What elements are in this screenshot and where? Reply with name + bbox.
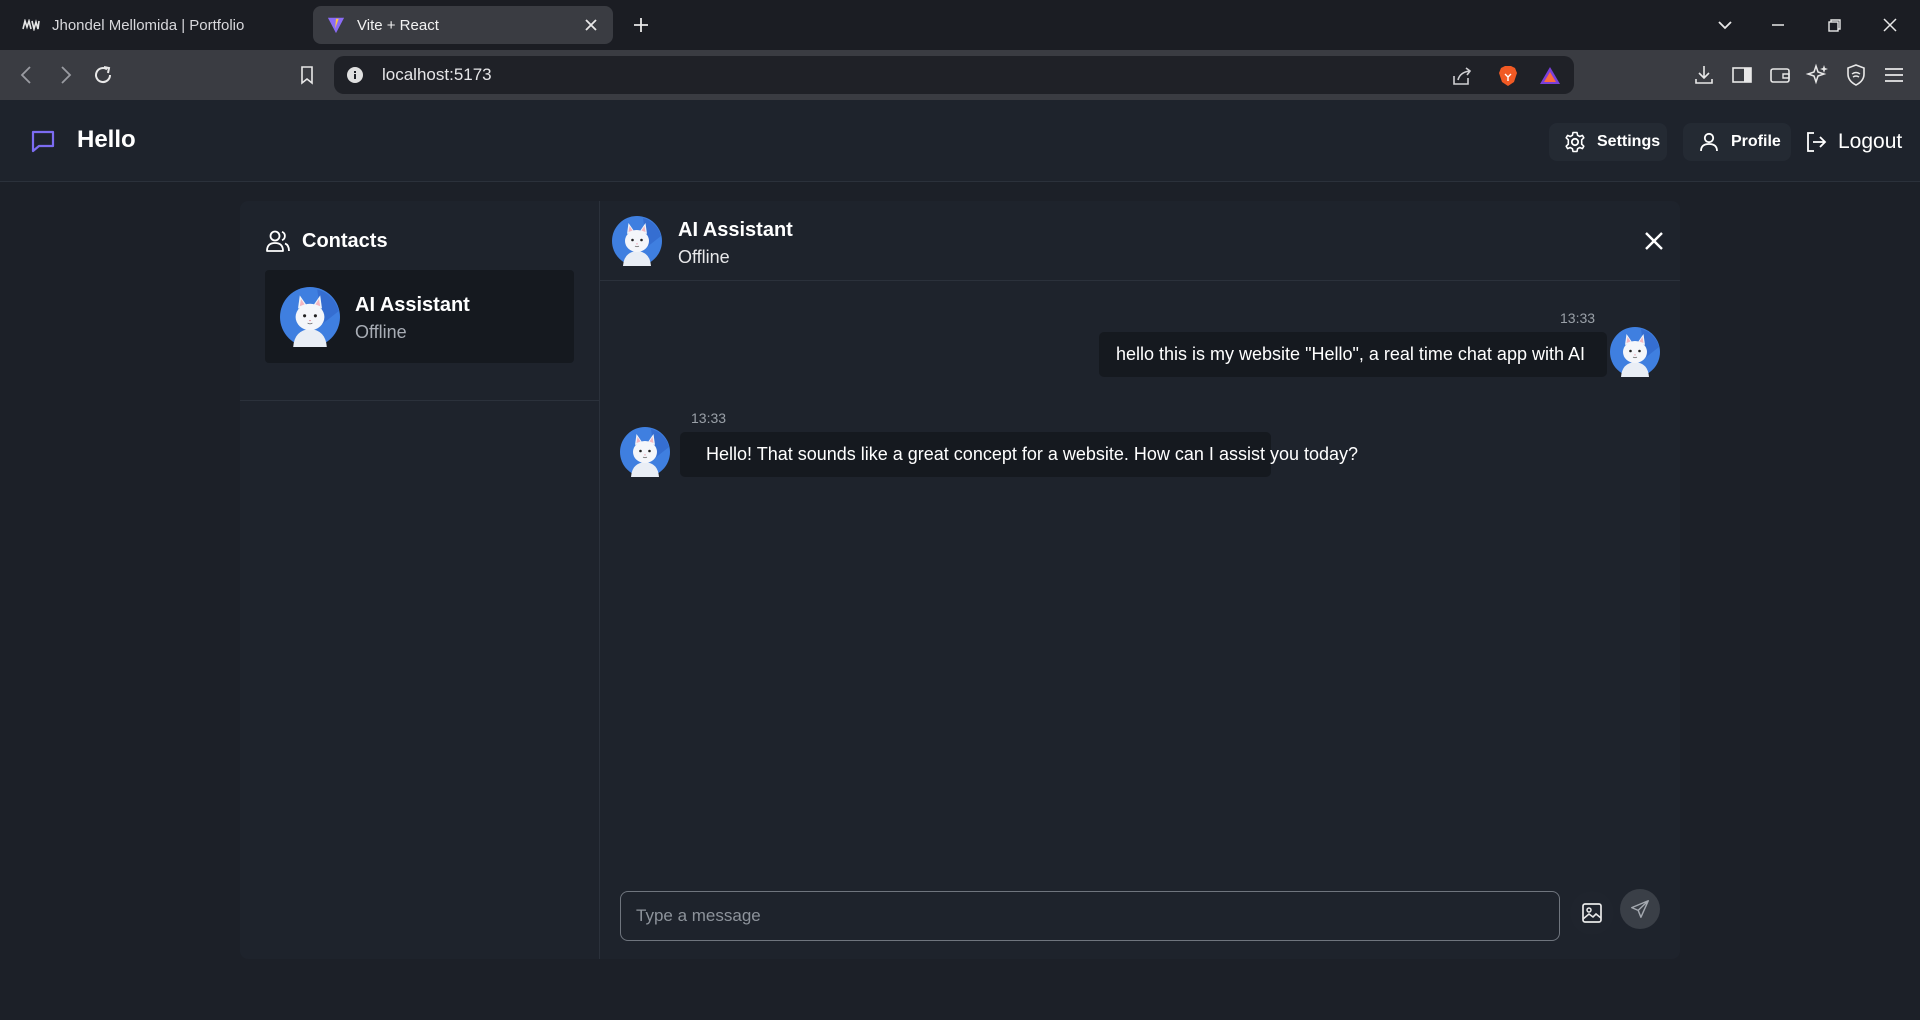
tab-title: Jhondel Mellomida | Portfolio bbox=[52, 16, 245, 34]
avatar bbox=[280, 287, 340, 347]
browser-tab-portfolio[interactable]: Jhondel Mellomida | Portfolio bbox=[10, 6, 310, 44]
restore-icon[interactable] bbox=[1821, 12, 1847, 38]
send-icon bbox=[1631, 900, 1649, 918]
image-icon bbox=[1582, 903, 1602, 923]
settings-button[interactable]: Settings bbox=[1549, 123, 1667, 161]
downloads-icon[interactable] bbox=[1691, 62, 1717, 88]
chat-bubble-icon bbox=[30, 128, 56, 154]
users-icon bbox=[266, 230, 290, 252]
message-bubble-received: Hello! That sounds like a great concept … bbox=[680, 432, 1358, 477]
wallet-icon[interactable] bbox=[1767, 62, 1793, 88]
message-time: 13:33 bbox=[1560, 310, 1596, 326]
address-bar[interactable]: localhost:5173 bbox=[334, 56, 1574, 94]
reload-icon[interactable] bbox=[90, 62, 116, 88]
gear-icon bbox=[1565, 131, 1585, 153]
chat-pane: AI Assistant Offline 13:33 hello this is… bbox=[600, 201, 1680, 959]
vpn-shield-icon[interactable] bbox=[1843, 62, 1869, 88]
browser-tab-bar: Jhondel Mellomida | Portfolio Vite + Rea… bbox=[0, 0, 1920, 50]
minimize-icon[interactable] bbox=[1765, 12, 1791, 38]
leo-ai-icon[interactable] bbox=[1805, 62, 1831, 88]
close-window-icon[interactable] bbox=[1877, 12, 1903, 38]
browser-tab-vite-react[interactable]: Vite + React bbox=[313, 6, 613, 44]
close-icon[interactable] bbox=[1640, 227, 1668, 255]
menu-icon[interactable] bbox=[1881, 62, 1907, 88]
avatar bbox=[620, 427, 670, 477]
sidebar-toggle-icon[interactable] bbox=[1729, 62, 1755, 88]
app-header: Hello Settings Profile Logout bbox=[0, 100, 1920, 182]
app-title[interactable]: Hello bbox=[77, 126, 136, 154]
site-info-icon[interactable] bbox=[346, 66, 364, 84]
contact-name: AI Assistant bbox=[355, 294, 470, 316]
contacts-title: Contacts bbox=[302, 229, 388, 252]
brave-rewards-icon[interactable] bbox=[1538, 64, 1562, 88]
logout-button[interactable]: Logout bbox=[1804, 123, 1902, 161]
jm-logo-icon bbox=[22, 16, 40, 34]
new-tab-icon[interactable] bbox=[628, 12, 654, 38]
bookmark-icon[interactable] bbox=[294, 62, 320, 88]
logout-label: Logout bbox=[1838, 130, 1903, 153]
brave-shields-icon[interactable] bbox=[1496, 64, 1520, 88]
chat-container: Contacts AI Assistant Offline AI Assista… bbox=[240, 201, 1680, 959]
browser-toolbar: localhost:5173 bbox=[0, 50, 1920, 100]
avatar bbox=[1610, 327, 1660, 377]
forward-icon[interactable] bbox=[52, 62, 78, 88]
back-icon[interactable] bbox=[14, 62, 40, 88]
user-icon bbox=[1700, 132, 1718, 152]
tab-search-chevron-icon[interactable] bbox=[1712, 12, 1738, 38]
settings-label: Settings bbox=[1597, 133, 1661, 150]
avatar bbox=[612, 216, 662, 266]
share-icon[interactable] bbox=[1450, 64, 1474, 88]
contact-status: Offline bbox=[355, 322, 407, 342]
message-text: Hello! That sounds like a great concept … bbox=[706, 444, 1359, 464]
message-input[interactable] bbox=[620, 891, 1560, 941]
chat-contact-status: Offline bbox=[678, 247, 730, 267]
message-text: hello this is my website "Hello", a real… bbox=[1116, 344, 1585, 364]
logout-icon bbox=[1807, 132, 1827, 152]
tab-title: Vite + React bbox=[357, 16, 439, 34]
contacts-header: Contacts bbox=[264, 227, 388, 255]
contact-item-ai-assistant[interactable]: AI Assistant Offline bbox=[265, 270, 574, 363]
contacts-sidebar: Contacts AI Assistant Offline bbox=[240, 201, 600, 959]
sidebar-divider bbox=[240, 400, 600, 401]
close-tab-icon[interactable] bbox=[581, 15, 601, 35]
chat-header: AI Assistant Offline bbox=[600, 201, 1680, 281]
message-time: 13:33 bbox=[691, 410, 727, 426]
send-button[interactable] bbox=[1620, 889, 1660, 929]
message-bubble-sent: hello this is my website "Hello", a real… bbox=[1099, 332, 1607, 377]
url-text: localhost:5173 bbox=[382, 65, 492, 84]
profile-label: Profile bbox=[1731, 133, 1781, 150]
chat-contact-name: AI Assistant bbox=[678, 219, 793, 241]
profile-button[interactable]: Profile bbox=[1683, 123, 1791, 161]
attach-image-button[interactable] bbox=[1570, 891, 1614, 935]
vite-logo-icon bbox=[327, 16, 345, 34]
